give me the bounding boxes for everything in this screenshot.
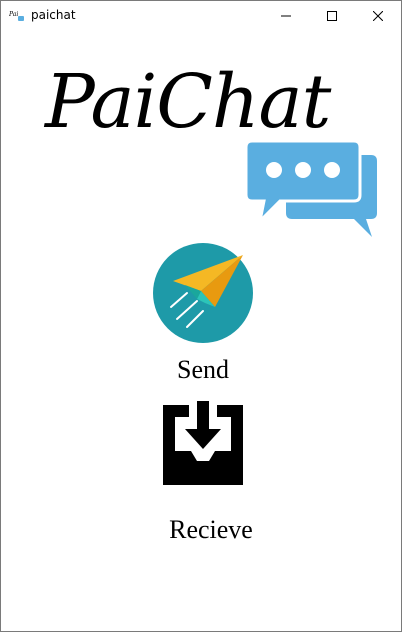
- receive-button[interactable]: [151, 395, 255, 491]
- app-icon: Pai: [9, 11, 24, 21]
- svg-text:Pai: Pai: [9, 11, 18, 18]
- send-button[interactable]: [151, 241, 255, 345]
- window-title: paichat: [31, 8, 76, 22]
- logo-text: PaiChat: [45, 59, 331, 145]
- minimize-icon: [281, 15, 291, 17]
- maximize-button[interactable]: [309, 1, 355, 31]
- close-icon: [373, 11, 383, 21]
- close-button[interactable]: [355, 1, 401, 31]
- paichat-logo: PaiChat: [41, 59, 381, 239]
- paper-plane-icon: [153, 243, 253, 343]
- app-window: Pai paichat PaiChat Send Recieve: [0, 0, 402, 632]
- title-bar[interactable]: Pai paichat: [1, 1, 401, 31]
- minimize-button[interactable]: [263, 1, 309, 31]
- receive-label: Recieve: [169, 515, 253, 544]
- send-label: Send: [177, 355, 229, 384]
- chat-bubbles-icon: [246, 141, 377, 237]
- inbox-download-icon: [163, 401, 243, 485]
- maximize-icon: [327, 11, 337, 21]
